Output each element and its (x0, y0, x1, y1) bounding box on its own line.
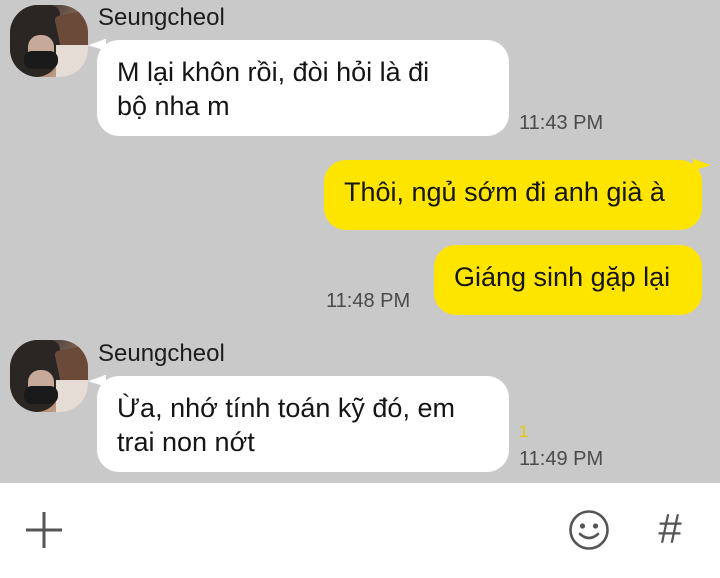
message-line: trai non nớt (117, 427, 255, 457)
message-time: 11:43 PM (519, 112, 604, 134)
message-time: 11:48 PM (326, 290, 411, 312)
sender-name: Seungcheol (98, 340, 225, 367)
message-line: M lại khôn rồi, đòi hỏi là đi (117, 57, 430, 87)
message-line: Ừa, nhớ tính toán kỹ đó, em (117, 393, 455, 423)
hash-icon[interactable]: # (650, 505, 690, 553)
sent-message-bubble[interactable]: Giáng sinh gặp lại (434, 245, 702, 315)
unread-count: 1 (519, 422, 529, 441)
received-message-bubble[interactable]: Ừa, nhớ tính toán kỹ đó, em trai non nớt (97, 376, 509, 472)
plus-icon[interactable] (24, 510, 64, 550)
chat-area[interactable]: Seungcheol M lại khôn rồi, đòi hỏi là đi… (0, 0, 720, 483)
message-text: Giáng sinh gặp lại (454, 262, 671, 292)
sender-avatar[interactable] (10, 5, 88, 77)
sent-message-bubble[interactable]: Thôi, ngủ sớm đi anh già à (324, 160, 702, 230)
message-text: Thôi, ngủ sớm đi anh già à (344, 177, 665, 207)
message-time: 11:49 PM (519, 448, 604, 470)
sender-name: Seungcheol (98, 4, 225, 31)
emoji-icon[interactable] (568, 509, 610, 551)
message-input-bar[interactable] (0, 483, 720, 578)
received-message-bubble[interactable]: M lại khôn rồi, đòi hỏi là đi bộ nha m (97, 40, 509, 136)
sender-avatar[interactable] (10, 340, 88, 412)
message-line: bộ nha m (117, 91, 230, 121)
